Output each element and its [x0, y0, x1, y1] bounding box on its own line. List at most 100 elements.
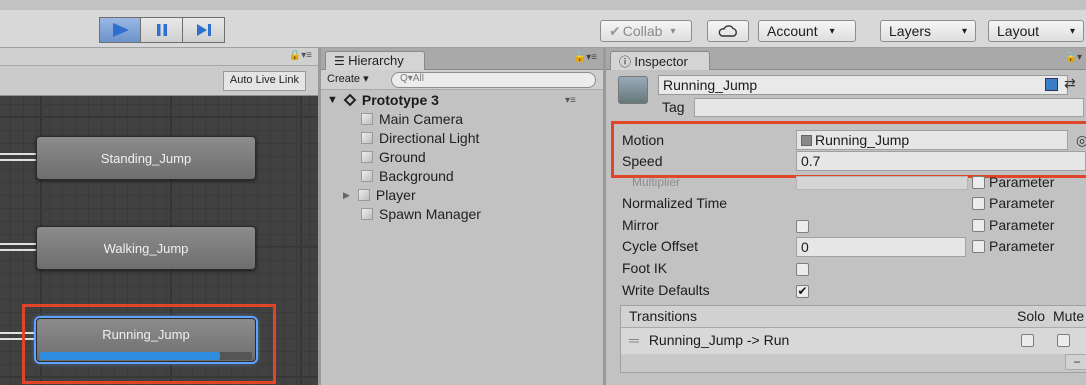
- chevron-down-icon: ▾: [670, 25, 676, 37]
- animator-panel: 🔒▾≡ Auto Live Link Standing_Jump Walking…: [0, 48, 318, 385]
- multiplier-field: [796, 176, 968, 190]
- item-label: Background: [379, 168, 454, 184]
- write-defaults-checkbox[interactable]: ✔: [796, 285, 809, 298]
- account-label: Account: [767, 23, 818, 39]
- unity-editor: ✔ Collab ▾ Account ▾ Layers ▾ Layout ▾ 🔒…: [0, 0, 1086, 385]
- gameobject-icon: [361, 208, 373, 220]
- object-picker-icon[interactable]: ◎: [1076, 132, 1086, 149]
- auto-live-link-button[interactable]: Auto Live Link: [222, 71, 306, 91]
- settings-icon[interactable]: ⇄: [1064, 75, 1076, 92]
- transition-arrow[interactable]: [0, 153, 36, 161]
- lock-icon[interactable]: 🔒▾≡: [289, 50, 312, 61]
- transitions-list: Transitions Solo Mute ═ Running_Jump -> …: [620, 305, 1086, 373]
- animation-clip-icon: [801, 135, 812, 146]
- transition-arrow[interactable]: [0, 243, 36, 251]
- layout-label: Layout: [997, 23, 1040, 39]
- object-name-field[interactable]: Running_Jump: [658, 75, 1068, 95]
- remove-transition-button[interactable]: −: [1065, 354, 1086, 370]
- solo-checkbox[interactable]: [1021, 334, 1034, 347]
- hierarchy-toolbar: Create ▾ Q▾All: [321, 70, 603, 90]
- chevron-down-icon: ▾: [1069, 25, 1075, 37]
- normalized-time-label: Normalized Time: [622, 195, 728, 211]
- hierarchy-item[interactable]: Directional Light: [361, 130, 479, 146]
- collab-label: Collab: [622, 23, 663, 39]
- tab-label: Inspector: [634, 54, 688, 69]
- mirror-parameter-toggle[interactable]: Parameter: [972, 217, 1054, 233]
- multiplier-parameter-toggle[interactable]: Parameter: [972, 174, 1054, 190]
- hierarchy-item-player[interactable]: ▶ Player: [343, 187, 416, 203]
- item-label: Spawn Manager: [379, 206, 481, 222]
- info-icon: ⓘ: [619, 55, 635, 69]
- speed-label: Speed: [622, 153, 663, 169]
- multiplier-label: Multiplier: [632, 175, 681, 189]
- step-button[interactable]: [183, 17, 225, 43]
- transitions-header: Transitions Solo Mute: [621, 306, 1086, 328]
- state-walking-jump[interactable]: Walking_Jump: [36, 226, 256, 270]
- hierarchy-tabbar: ☰ Hierarchy 🔒▾≡: [321, 48, 603, 70]
- create-dropdown[interactable]: Create ▾: [327, 72, 369, 85]
- checkmark-icon: ✔: [797, 284, 808, 298]
- foot-ik-checkbox[interactable]: [796, 263, 809, 276]
- hierarchy-item[interactable]: Background: [361, 168, 454, 184]
- chevron-down-icon: ▾: [961, 25, 967, 37]
- chevron-down-icon: ▾: [829, 25, 835, 37]
- hierarchy-search-input[interactable]: Q▾All: [391, 72, 596, 88]
- item-label: Directional Light: [379, 130, 480, 146]
- state-standing-jump[interactable]: Standing_Jump: [36, 136, 256, 180]
- hierarchy-item[interactable]: Ground: [361, 149, 426, 165]
- tab-hierarchy[interactable]: ☰ Hierarchy: [325, 51, 425, 70]
- transition-label: Running_Jump -> Run: [648, 332, 790, 348]
- layout-dropdown[interactable]: Layout ▾: [988, 20, 1084, 42]
- lock-icon[interactable]: 🔒▾: [1065, 52, 1082, 63]
- gameobject-icon: [361, 132, 373, 144]
- panel-menu-icon[interactable]: 🔒▾≡: [574, 52, 597, 63]
- cloud-button[interactable]: [707, 20, 749, 42]
- play-icon: [113, 23, 129, 37]
- hierarchy-item[interactable]: Spawn Manager: [361, 206, 481, 222]
- transition-row[interactable]: ═ Running_Jump -> Run: [621, 328, 1086, 354]
- parameter-label: Parameter: [989, 174, 1055, 190]
- check-icon: ✔: [609, 22, 621, 39]
- solo-label: Solo: [1017, 308, 1046, 324]
- tab-inspector[interactable]: ⓘ Inspector: [610, 51, 710, 70]
- state-progress-bar: [40, 352, 252, 360]
- layers-dropdown[interactable]: Layers ▾: [880, 20, 976, 42]
- motion-value: Running_Jump: [815, 132, 910, 148]
- normalized-time-parameter-toggle[interactable]: Parameter: [972, 195, 1054, 211]
- checkbox[interactable]: [972, 196, 985, 210]
- collab-button[interactable]: ✔ Collab ▾: [600, 20, 692, 42]
- checkbox[interactable]: [972, 239, 985, 253]
- scene-menu-icon[interactable]: ▾≡: [565, 95, 576, 106]
- item-label: Player: [375, 187, 416, 203]
- mirror-label: Mirror: [622, 217, 659, 233]
- parameter-label: Parameter: [989, 195, 1055, 211]
- tag-field[interactable]: [694, 98, 1084, 117]
- mirror-checkbox[interactable]: [796, 220, 809, 233]
- expand-arrow-icon[interactable]: ▼: [327, 94, 338, 106]
- pause-button[interactable]: [141, 17, 183, 43]
- state-progress-fill: [40, 352, 221, 360]
- inspector-panel: ⓘ Inspector 🔒▾ Running_Jump ⇄ Tag Motion…: [606, 48, 1086, 385]
- play-controls: [99, 17, 225, 43]
- checkbox[interactable]: [972, 218, 985, 232]
- scene-root[interactable]: ▼ Prototype 3 ▾≡: [327, 92, 576, 108]
- cycle-offset-parameter-toggle[interactable]: Parameter: [972, 238, 1054, 254]
- animator-tab-header: 🔒▾≡: [0, 48, 318, 66]
- motion-field[interactable]: Running_Jump: [796, 130, 1068, 150]
- speed-field[interactable]: 0.7: [796, 151, 1086, 171]
- inspector-tabbar: ⓘ Inspector 🔒▾: [606, 48, 1086, 70]
- checkbox[interactable]: [972, 175, 985, 189]
- gameobject-icon: [361, 170, 373, 182]
- hierarchy-item[interactable]: Main Camera: [361, 111, 463, 127]
- account-dropdown[interactable]: Account ▾: [758, 20, 856, 42]
- mute-checkbox[interactable]: [1057, 334, 1070, 347]
- play-button[interactable]: [99, 17, 141, 43]
- expand-arrow-icon[interactable]: ▶: [343, 190, 350, 201]
- state-icon: [618, 76, 648, 104]
- cycle-offset-field[interactable]: 0: [796, 237, 966, 257]
- transition-arrow[interactable]: [0, 332, 36, 340]
- help-icon[interactable]: [1045, 78, 1058, 91]
- scene-name: Prototype 3: [361, 92, 439, 108]
- item-label: Main Camera: [379, 111, 464, 127]
- drag-handle-icon[interactable]: ═: [629, 332, 639, 348]
